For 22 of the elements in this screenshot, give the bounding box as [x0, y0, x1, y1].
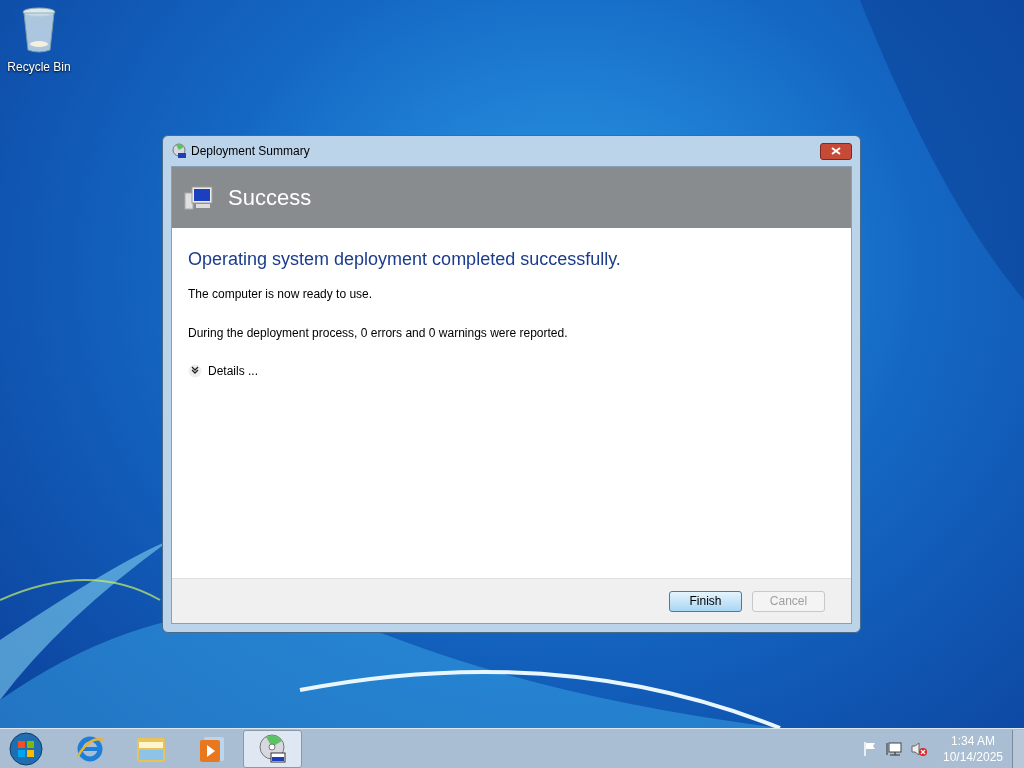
window-title: Deployment Summary — [191, 143, 310, 160]
disc-icon — [171, 143, 187, 159]
details-toggle[interactable]: Details ... — [188, 362, 258, 380]
disc-computer-icon — [256, 732, 289, 765]
result-heading: Operating system deployment completed successfully. — [188, 248, 622, 271]
muted-speaker-icon[interactable] — [910, 740, 928, 757]
start-button[interactable] — [6, 729, 46, 768]
network-icon[interactable] — [886, 740, 902, 757]
windows-orb-icon — [9, 731, 43, 766]
dialog-button[interactable]: Finish — [669, 590, 742, 612]
desktop-icon-label: Recycle Bin — [7, 59, 71, 76]
computer-icon — [184, 184, 214, 211]
close-icon — [831, 147, 841, 155]
clock-date[interactable]: 10/14/2025 — [942, 748, 1004, 765]
close-button[interactable] — [820, 142, 852, 160]
message-text: During the deployment process, 0 errors and 0 warnings were reported. — [188, 325, 569, 342]
recycle-bin-icon[interactable] — [21, 6, 57, 54]
taskbar-button[interactable] — [243, 729, 302, 768]
header-title: Success — [228, 184, 312, 212]
clock-time[interactable]: 1:34 AM — [951, 732, 995, 749]
chevron-icon — [188, 364, 202, 378]
message-text: The computer is now ready to use. — [188, 286, 374, 303]
